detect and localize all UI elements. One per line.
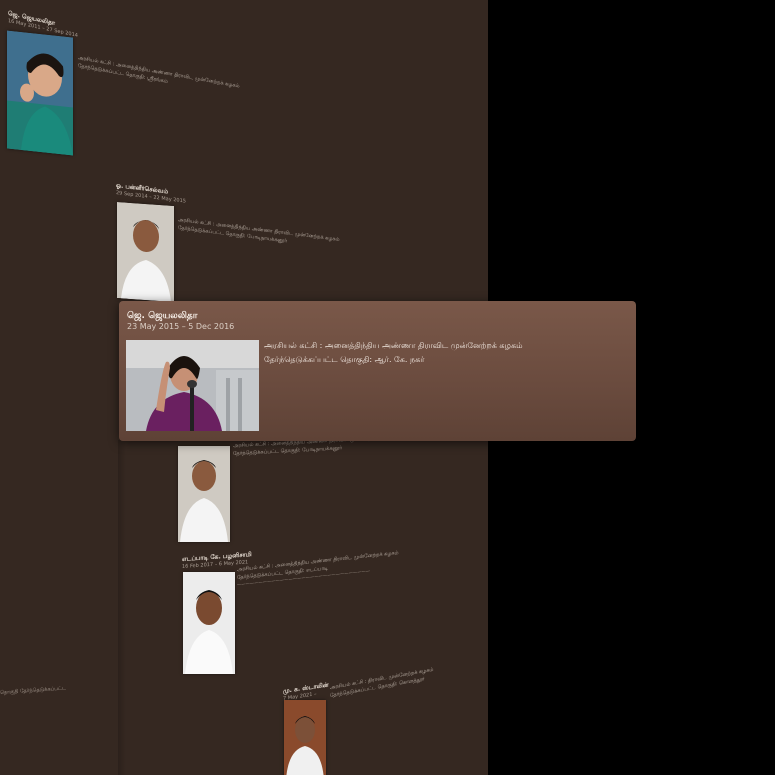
portrait-image <box>178 446 230 542</box>
selected-entry-card[interactable]: ஜெ. ஜெயலலிதா 23 May 2015 – 5 Dec 2016 அர… <box>119 301 636 441</box>
card-portrait-image <box>126 340 259 431</box>
portrait-image <box>284 700 326 775</box>
portrait-image <box>7 30 73 156</box>
timeline-entry[interactable]: மு. க. ஸ்டாலின் 7 May 2021 – <box>283 682 329 702</box>
timeline-entry-text: அரசியல் கட்சி : அனைத்திந்திய அண்ணா திராவ… <box>78 54 240 98</box>
timeline-entry-text: அரசியல் கட்சி : அனைத்திந்திய அண்ணா திராவ… <box>237 546 427 589</box>
card-dates: 23 May 2015 – 5 Dec 2016 <box>127 322 235 331</box>
card-party: அரசியல் கட்சி : அனைத்திந்திய அண்ணா திராவ… <box>264 341 523 350</box>
portrait-image <box>183 572 235 674</box>
timeline-viewport[interactable]: ஜெ. ஜெயலலிதா 16 May 2011 – 27 Sep 2014 அ… <box>0 0 775 775</box>
portrait-image <box>117 202 174 302</box>
stack-edge <box>118 440 126 775</box>
card-constituency: தேர்ந்தெடுக்கப்பட்ட தொகுதி: ஆர். கே. நகர… <box>264 355 425 364</box>
timeline-entry[interactable]: ஓ. பன்னீர்செல்வம் 29 Sep 2014 – 22 May 2… <box>116 182 186 205</box>
card-name: ஜெ. ஜெயலலிதா <box>127 311 198 321</box>
empty-panel <box>488 0 775 300</box>
timeline-entry-text: அரசியல் கட்சி : திராவிட முன்னேற்றக் கழகம… <box>330 666 433 700</box>
timeline-entry-text: அரசியல் கட்சி : அனைத்திந்திய அண்ணா திராவ… <box>178 216 340 252</box>
edge-text: தொகுதி தேர்ந்தெடுக்கப்பட்ட <box>0 685 67 696</box>
